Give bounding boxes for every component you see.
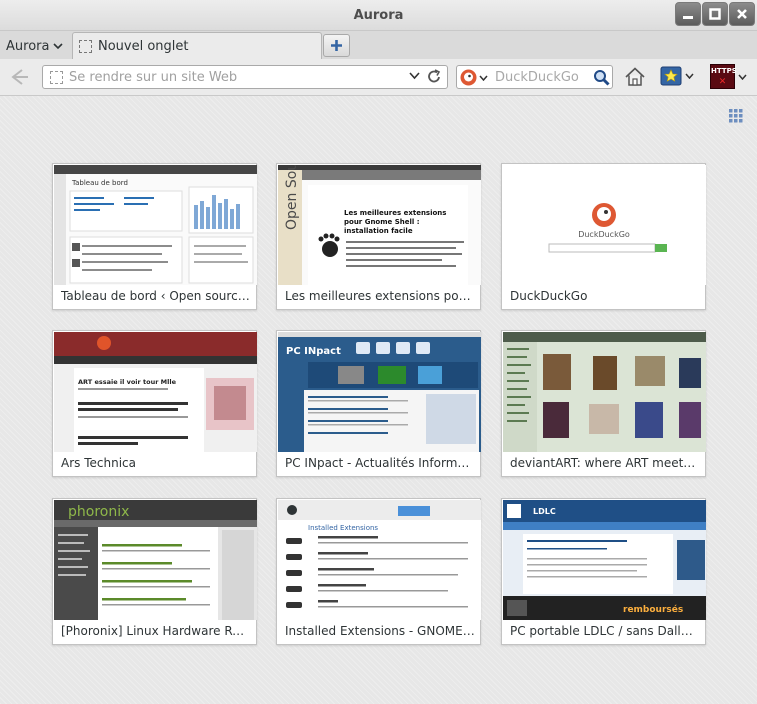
tile-thumbnail: LDLC remboursés [503, 500, 706, 620]
https-everywhere-icon: HTTPS ✕ [710, 64, 737, 89]
chevron-down-icon [738, 74, 747, 80]
chevron-down-icon [685, 73, 694, 79]
tile-title: PC INpact - Actualités Informatique [285, 456, 475, 470]
thumb-heading: Installed Extensions [308, 524, 378, 532]
window-title: Aurora [353, 8, 404, 23]
back-button[interactable] [6, 66, 32, 88]
maximize-icon [709, 8, 721, 20]
bookmarks-button[interactable] [660, 65, 694, 87]
app-menu-button[interactable]: Aurora [6, 36, 64, 56]
app-menu-label: Aurora [6, 38, 50, 54]
thumb-logo: LDLC [533, 507, 556, 516]
thumb-headline: ART essaie il voir tour Mlle [78, 378, 177, 386]
site-tile[interactable]: LDLC remboursés PC portable LDLC / sans … [501, 498, 706, 645]
chevron-down-icon [479, 75, 488, 81]
url-bar[interactable] [42, 65, 448, 89]
url-history-dropdown-icon[interactable] [409, 72, 420, 80]
chevron-down-icon [53, 42, 64, 49]
tile-thumbnail: ART essaie il voir tour Mlle [54, 332, 257, 452]
tile-title: [Phoronix] Linux Hardware Reviews... [61, 624, 251, 638]
site-tile[interactable]: ART essaie il voir tour Mlle Ars Technic… [52, 330, 257, 477]
site-tile[interactable]: deviantART: where ART meets appli... [501, 330, 706, 477]
tile-thumbnail [503, 332, 706, 452]
tile-thumbnail: phoronix [54, 500, 257, 620]
close-icon [737, 9, 747, 19]
tab-nouvel-onglet[interactable]: Nouvel onglet [72, 32, 322, 60]
window-titlebar[interactable]: Aurora [0, 0, 757, 31]
tile-title: Les meilleures extensions pour Gno... [285, 289, 475, 303]
url-input[interactable] [69, 66, 399, 88]
thumb-logo: phoronix [68, 504, 129, 520]
back-arrow-icon [11, 69, 28, 85]
close-button[interactable] [729, 2, 755, 26]
site-tile[interactable]: Open Source Les meilleures extensions po… [276, 163, 481, 310]
tile-title: PC portable LDLC / sans Dalle bril... [510, 624, 700, 638]
new-tab-page: Tableau de bord Tableau de bord ‹ Open s… [0, 96, 757, 704]
site-tile[interactable]: Installed Extensions Installed Extension… [276, 498, 481, 645]
plus-icon [331, 40, 342, 51]
maximize-button[interactable] [702, 2, 728, 26]
tile-thumbnail: PC INpact [278, 332, 481, 452]
duckduckgo-icon [460, 69, 477, 86]
https-everywhere-button[interactable]: HTTPS ✕ [710, 64, 747, 89]
home-button[interactable] [623, 65, 647, 92]
tile-thumbnail: Tableau de bord [54, 165, 257, 285]
thumb-wordmark: DuckDuckGo [578, 230, 630, 239]
search-bar[interactable] [456, 65, 613, 89]
tile-thumbnail: DuckDuckGo [503, 165, 706, 285]
site-tile[interactable]: PC INpact PC INpact - Actualités Informa… [276, 330, 481, 477]
tile-title: DuckDuckGo [510, 289, 588, 303]
thumb-heading: Tableau de bord [71, 179, 128, 187]
tile-title: Ars Technica [61, 456, 136, 470]
tile-thumbnail: Open Source Les meilleures extensions po… [278, 165, 481, 285]
tab-label: Nouvel onglet [98, 39, 189, 54]
grid-toggle-icon[interactable] [729, 109, 743, 123]
tile-title: deviantART: where ART meets appli... [510, 456, 700, 470]
search-icon[interactable] [593, 69, 610, 86]
tile-title: Tableau de bord ‹ Open source — ... [61, 289, 251, 303]
tile-thumbnail: Installed Extensions [278, 500, 481, 620]
search-input[interactable] [495, 66, 590, 88]
tab-strip: Aurora Nouvel onglet [0, 31, 757, 60]
https-cross: ✕ [718, 77, 727, 87]
tile-title: Installed Extensions - GNOME Shell... [285, 624, 475, 638]
thumb-logo: PC INpact [286, 346, 341, 357]
minimize-icon [683, 16, 693, 19]
thumb-promo: remboursés [623, 604, 683, 615]
navigation-toolbar: HTTPS ✕ [0, 59, 757, 96]
minimize-button[interactable] [675, 2, 701, 26]
blank-page-icon [79, 40, 92, 53]
https-label: HTTPS [711, 67, 737, 75]
reload-icon[interactable] [425, 68, 443, 86]
new-tab-button[interactable] [323, 34, 350, 57]
search-engine-button[interactable] [460, 69, 488, 86]
thumb-headline: Les meilleures extensions pour Gnome She… [344, 209, 447, 235]
duckduckgo-logo-icon [592, 203, 616, 227]
site-identity-icon[interactable] [50, 71, 63, 84]
home-icon [625, 67, 645, 86]
site-tile[interactable]: Tableau de bord Tableau de bord ‹ Open s… [52, 163, 257, 310]
site-tile[interactable]: phoronix [Phoronix] Linux Hardware Revie… [52, 498, 257, 645]
site-tile[interactable]: DuckDuckGo DuckDuckGo [501, 163, 706, 310]
thumb-side-text: Open Source [284, 165, 300, 230]
bookmarks-star-icon [660, 66, 682, 86]
